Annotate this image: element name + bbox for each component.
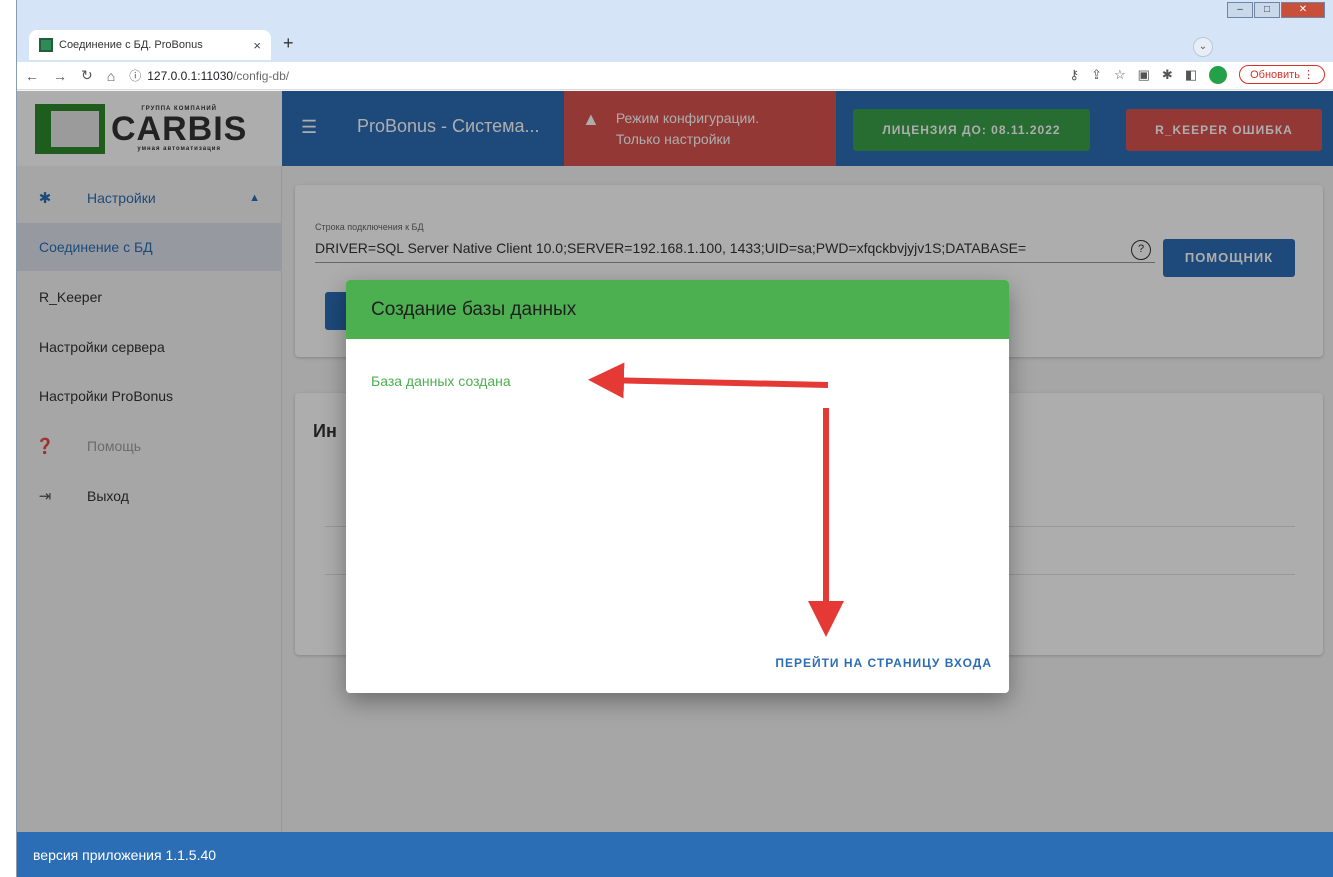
site-info-icon[interactable]: ⓘ (129, 67, 141, 84)
extension-icon[interactable]: ▣ (1138, 67, 1150, 83)
profile-avatar-icon[interactable] (1209, 65, 1228, 84)
dialog-title: Создание базы данных (346, 280, 1009, 339)
home-icon[interactable]: ⌂ (107, 68, 115, 84)
profile-chevron-icon[interactable]: ⌄ (1193, 37, 1213, 57)
minimize-icon[interactable]: – (1227, 2, 1253, 18)
forward-icon[interactable]: → (53, 68, 67, 84)
favicon-icon (39, 38, 53, 52)
title-bar: Соединение с БД. ProBonus × + ⌄ – □ ✕ (17, 0, 1333, 62)
browser-toolbar: ⚷ ⇪ ☆ ▣ ✱ ◧ Обновить ⋮ (1070, 65, 1325, 84)
browser-window: Соединение с БД. ProBonus × + ⌄ – □ ✕ ← … (16, 0, 1333, 877)
update-button[interactable]: Обновить ⋮ (1239, 65, 1325, 84)
window-close-icon[interactable]: ✕ (1281, 2, 1325, 18)
url-path: /config-db/ (233, 68, 290, 83)
window-controls: – □ ✕ (1226, 2, 1325, 18)
key-icon[interactable]: ⚷ (1070, 67, 1080, 83)
create-db-dialog: Создание базы данных База данных создана… (346, 280, 1009, 693)
url-host: 127.0.0.1:11030 (147, 68, 234, 83)
tab-title: Соединение с БД. ProBonus (59, 39, 203, 51)
maximize-icon[interactable]: □ (1254, 2, 1280, 18)
app-version: версия приложения 1.1.5.40 (33, 846, 217, 863)
new-tab-button[interactable]: + (283, 33, 294, 54)
footer: версия приложения 1.1.5.40 (17, 832, 1333, 877)
reload-icon[interactable]: ↻ (81, 67, 93, 84)
back-icon[interactable]: ← (25, 68, 39, 84)
url-field[interactable]: 127.0.0.1:11030/config-db/ (147, 69, 289, 83)
update-label: Обновить (1250, 69, 1300, 81)
address-bar: ← → ↻ ⌂ ⓘ 127.0.0.1:11030/config-db/ ⚷ ⇪… (17, 62, 1333, 90)
share-icon[interactable]: ⇪ (1091, 67, 1102, 83)
dialog-status-text: База данных создана (371, 373, 511, 389)
puzzle-icon[interactable]: ✱ (1162, 67, 1173, 83)
tab-close-icon[interactable]: × (253, 38, 261, 53)
browser-tab[interactable]: Соединение с БД. ProBonus × (29, 30, 271, 60)
star-icon[interactable]: ☆ (1114, 67, 1126, 83)
goto-login-button[interactable]: ПЕРЕЙТИ НА СТРАНИЦУ ВХОДА (775, 656, 992, 670)
sidepanel-icon[interactable]: ◧ (1185, 67, 1197, 83)
